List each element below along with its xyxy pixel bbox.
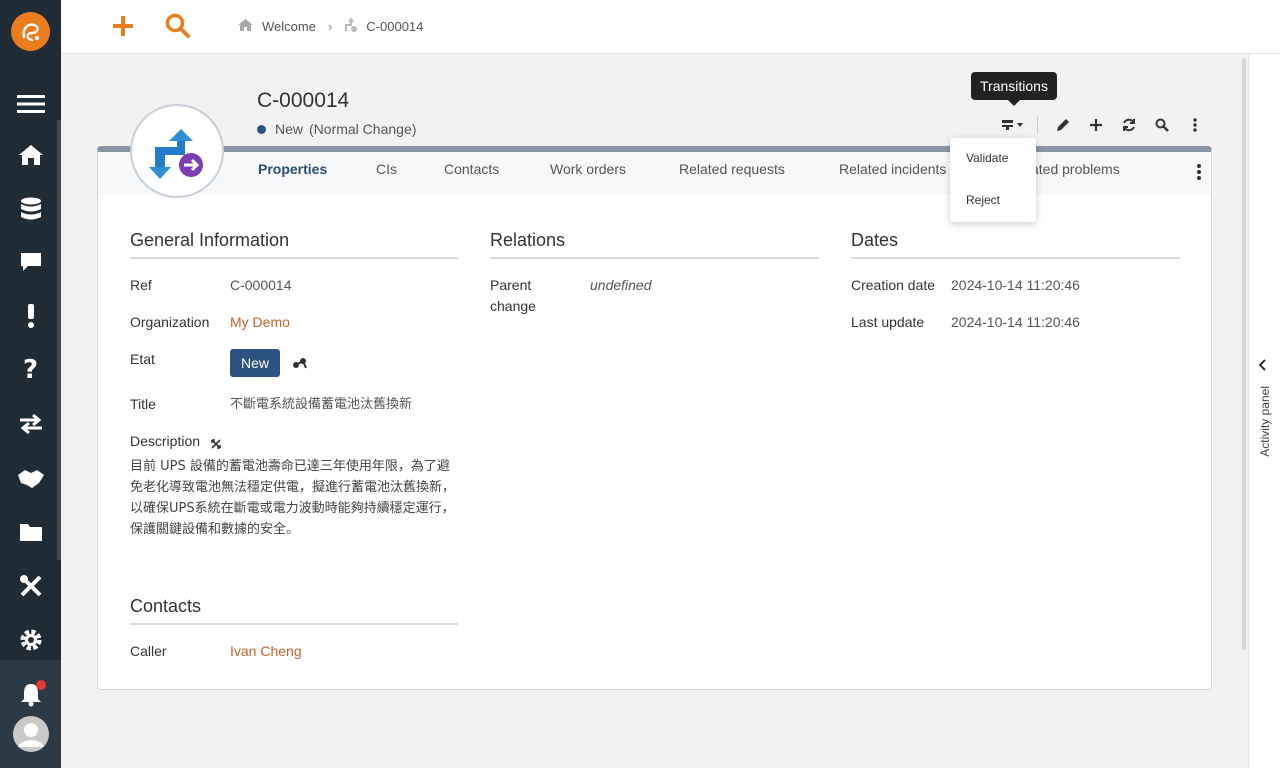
status-text: New [275,121,304,137]
change-object-icon [130,104,224,198]
tab-related-requests[interactable]: Related requests [679,161,785,177]
search-icon[interactable] [164,12,192,40]
ref-label: Ref [130,277,152,293]
exchange-icon[interactable] [0,404,61,444]
creation-date-value: 2024-10-14 11:20:46 [951,277,1080,293]
breadcrumb-separator-icon: › [327,19,333,34]
main-scrollbar[interactable] [1242,58,1246,650]
new-icon[interactable] [1079,114,1112,136]
tab-related-incidents[interactable]: Related incidents [839,161,946,177]
menu-item-reject[interactable]: Reject [966,193,1000,207]
more-actions-icon[interactable] [1178,114,1211,136]
tab-bar: Properties CIs Contacts Work orders Rela… [98,152,1211,194]
handshake-icon[interactable] [0,458,61,498]
tab-work-orders[interactable]: Work orders [550,161,626,177]
toolbar-divider [1037,116,1038,134]
refresh-icon[interactable] [1112,114,1145,136]
title-value: 不斷電系統設備蓄電池汰舊換新 [230,397,413,412]
tabs-more-icon[interactable] [1197,164,1201,185]
menu-icon[interactable] [0,84,61,124]
dates-heading: Dates [851,230,899,250]
creation-date-label: Creation date [851,277,936,293]
tools-icon[interactable] [0,566,61,606]
home-breadcrumb-icon [237,18,254,35]
lifecycle-map-icon[interactable] [292,356,308,375]
caller-label: Caller [130,643,167,659]
relations-divider [490,257,819,259]
activity-panel-label[interactable]: Activity panel [1258,386,1272,457]
logo-icon[interactable] [11,12,50,51]
actions-toolbar [996,114,1211,136]
description-label: Description [130,433,201,449]
description-value: 目前 UPS 設備的蓄電池壽命已達三年使用年限，為了避免老化導致電池無法穩定供電… [130,459,456,537]
edit-icon[interactable] [1046,114,1079,136]
folder-icon[interactable] [0,512,61,552]
tab-contacts[interactable]: Contacts [444,161,499,177]
chat-icon[interactable] [0,242,61,282]
question-icon[interactable]: ? [0,350,61,390]
search-object-icon[interactable] [1145,114,1178,136]
menu-item-validate[interactable]: Validate [966,151,1008,165]
sidebar-scrollbar[interactable] [57,120,61,560]
etat-label: Etat [130,351,155,367]
tab-properties[interactable]: Properties [258,161,327,177]
caller-link[interactable]: Ivan Cheng [230,641,302,662]
object-title: C-000014 [257,89,350,112]
database-icon[interactable] [0,189,61,229]
change-breadcrumb-icon [344,17,358,35]
status-dot [257,124,266,134]
exclamation-icon[interactable] [0,296,61,336]
transitions-menu: Validate Reject [950,138,1036,222]
parent-change-label-line2: change [490,298,536,314]
bell-icon[interactable] [0,675,61,715]
title-label: Title [130,396,156,412]
change-type: (Normal Change) [309,121,417,137]
expand-icon[interactable] [211,436,221,454]
notification-badge [36,680,46,690]
contacts-divider [130,623,458,625]
transitions-button[interactable] [996,114,1029,136]
gear-icon[interactable] [0,620,61,660]
details-card: Properties CIs Contacts Work orders Rela… [97,146,1212,690]
top-bar: Welcome › C-000014 [61,0,1280,54]
breadcrumb: Welcome › C-000014 [237,17,424,35]
general-heading: General Information [130,230,290,250]
tab-cis[interactable]: CIs [376,161,397,177]
contacts-heading: Contacts [130,596,202,616]
breadcrumb-current: C-000014 [366,19,424,34]
last-update-label: Last update [851,314,925,330]
organization-link[interactable]: My Demo [230,312,290,333]
avatar-icon[interactable] [0,714,61,754]
dates-divider [851,257,1180,259]
last-update-value: 2024-10-14 11:20:46 [951,314,1080,330]
add-icon[interactable] [109,12,137,40]
sidebar: ? [0,0,61,768]
general-divider [130,257,458,259]
parent-change-label-line1: Parent [490,277,532,293]
parent-change-value: undefined [590,277,652,293]
organization-label: Organization [130,314,210,330]
breadcrumb-welcome[interactable]: Welcome [262,19,316,34]
relations-heading: Relations [490,230,566,250]
transitions-tooltip: Transitions [971,72,1057,106]
object-status: New (Normal Change) [257,121,416,137]
home-icon[interactable] [0,135,61,175]
chevron-left-icon[interactable] [1258,358,1268,376]
ref-value: C-000014 [230,277,292,293]
state-badge: New [230,349,280,377]
